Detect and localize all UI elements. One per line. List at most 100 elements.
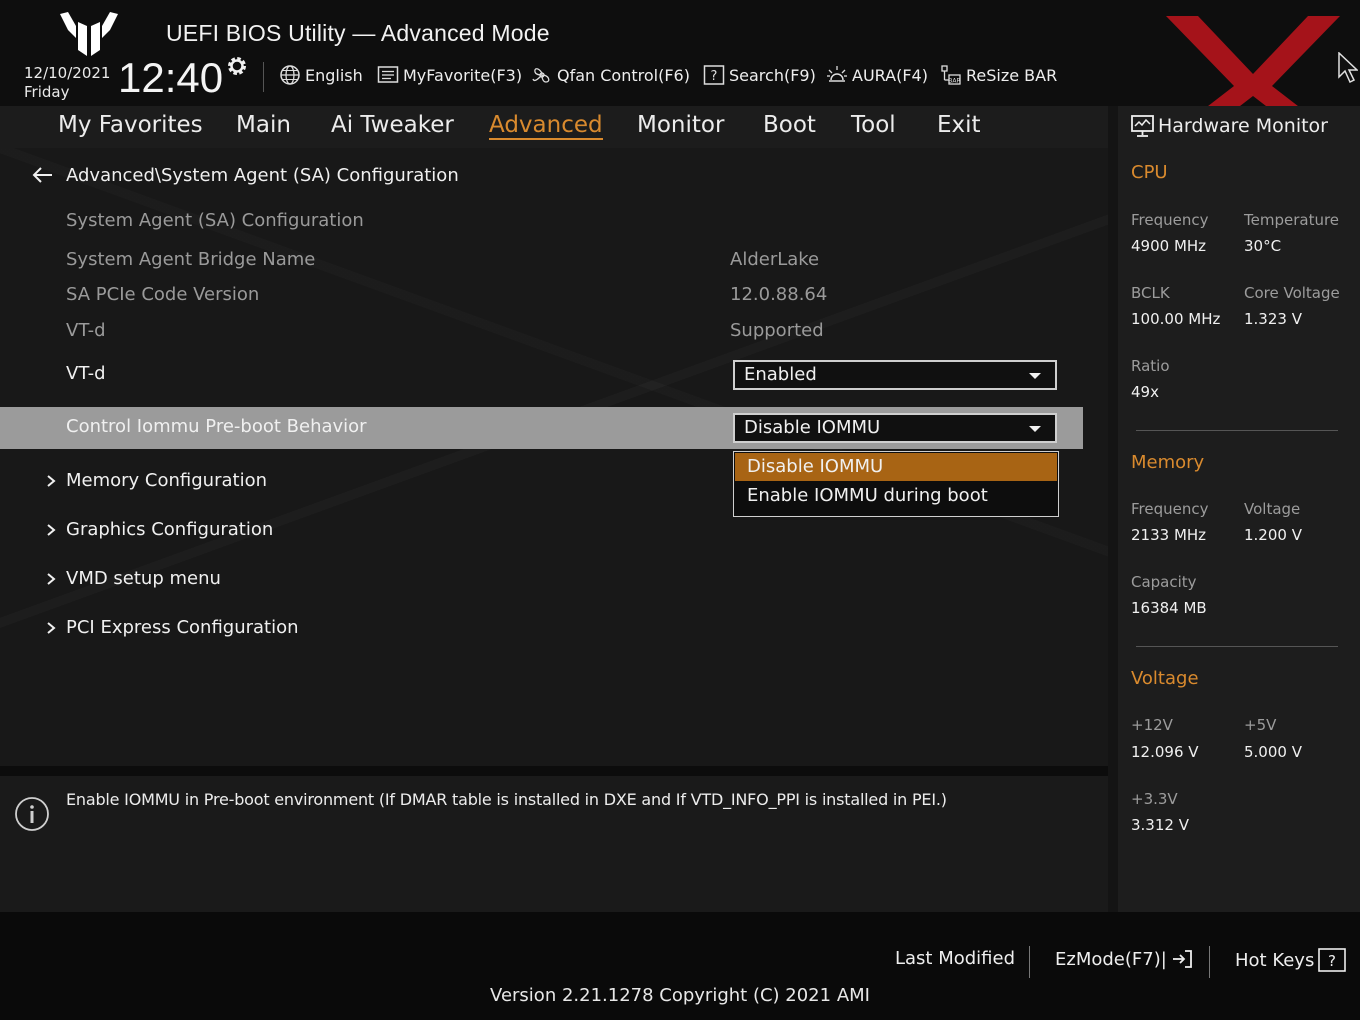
help-divider bbox=[0, 766, 1108, 776]
info-value-bridge-name: AlderLake bbox=[730, 249, 820, 270]
hot-keys-button[interactable]: Hot Keys ? bbox=[1235, 948, 1347, 972]
chevron-right-icon bbox=[47, 474, 56, 487]
breadcrumb[interactable]: Advanced\System Agent (SA) Configuration bbox=[30, 164, 459, 186]
version-text: Version 2.21.1278 Copyright (C) 2021 AMI bbox=[490, 985, 870, 1006]
info-label-vtd: VT-d bbox=[66, 320, 106, 341]
vtd-select-value: Enabled bbox=[744, 364, 817, 385]
help-box-icon: ? bbox=[703, 65, 725, 85]
footer-divider bbox=[1209, 946, 1210, 978]
info-value-vtd: Supported bbox=[730, 320, 824, 341]
tab-boot[interactable]: Boot bbox=[763, 112, 816, 138]
submenu-label: VMD setup menu bbox=[66, 568, 221, 589]
cpu-bclk-value: 100.00 MHz bbox=[1131, 310, 1221, 328]
cpu-ratio-label: Ratio bbox=[1131, 357, 1170, 375]
tab-ai-tweaker[interactable]: Ai Tweaker bbox=[331, 112, 454, 138]
submenu-graphics-configuration[interactable]: Graphics Configuration bbox=[44, 519, 273, 540]
aura-button[interactable]: AURA(F4) bbox=[826, 63, 928, 87]
mouse-cursor-icon bbox=[1338, 52, 1358, 84]
ezmode-button[interactable]: EzMode(F7)| bbox=[1055, 948, 1193, 970]
gear-icon[interactable] bbox=[225, 54, 249, 78]
main-nav: My Favorites Main Ai Tweaker Advanced Mo… bbox=[0, 106, 1108, 148]
dropdown-option-enable-iommu[interactable]: Enable IOMMU during boot bbox=[735, 482, 1057, 510]
search-button[interactable]: ? Search(F9) bbox=[703, 63, 816, 87]
list-icon bbox=[377, 66, 399, 83]
search-label: Search(F9) bbox=[729, 65, 816, 85]
back-arrow-icon[interactable] bbox=[30, 164, 56, 186]
chevron-right-icon bbox=[47, 523, 56, 536]
aura-label: AURA(F4) bbox=[852, 65, 928, 85]
tab-exit[interactable]: Exit bbox=[937, 112, 981, 138]
ezmode-label: EzMode(F7)| bbox=[1055, 948, 1167, 970]
memory-capacity-label: Capacity bbox=[1131, 573, 1197, 591]
myfavorite-label: MyFavorite(F3) bbox=[403, 65, 523, 85]
exit-arrow-icon bbox=[1172, 950, 1192, 968]
cpu-temperature-label: Temperature bbox=[1244, 211, 1340, 229]
iommu-select-value: Disable IOMMU bbox=[744, 417, 881, 438]
tab-advanced[interactable]: Advanced bbox=[489, 112, 603, 140]
clock-time: 12:40 bbox=[118, 54, 224, 101]
chevron-right-icon bbox=[47, 621, 56, 634]
date-text: 12/10/2021 bbox=[24, 64, 111, 82]
setting-label-iommu: Control Iommu Pre-boot Behavior bbox=[66, 416, 367, 437]
cpu-frequency-value: 4900 MHz bbox=[1131, 237, 1207, 255]
language-button[interactable]: English bbox=[279, 63, 363, 87]
voltage-12v-label: +12V bbox=[1131, 716, 1173, 734]
resize-bar-button[interactable]: BAR ReSize BAR bbox=[940, 63, 1057, 87]
hwm-divider bbox=[1136, 430, 1338, 431]
dropdown-option-disable-iommu[interactable]: Disable IOMMU bbox=[735, 453, 1057, 481]
app-title: UEFI BIOS Utility — Advanced Mode bbox=[166, 20, 550, 46]
last-modified-button[interactable]: Last Modified bbox=[895, 948, 1015, 969]
voltage-33v-value: 3.312 V bbox=[1131, 816, 1189, 834]
fan-icon bbox=[532, 68, 550, 83]
cpu-heading: CPU bbox=[1131, 162, 1168, 183]
submenu-label: PCI Express Configuration bbox=[66, 617, 299, 638]
tab-monitor[interactable]: Monitor bbox=[637, 112, 724, 138]
hardware-monitor-label: Hardware Monitor bbox=[1158, 115, 1328, 137]
resize-bar-label: ReSize BAR bbox=[966, 65, 1058, 85]
aura-light-icon bbox=[827, 66, 847, 82]
cpu-frequency-label: Frequency bbox=[1131, 211, 1209, 229]
tab-tool[interactable]: Tool bbox=[851, 112, 896, 138]
tab-my-favorites[interactable]: My Favorites bbox=[58, 112, 203, 138]
cpu-temperature-value: 30°C bbox=[1244, 237, 1282, 255]
footer-divider bbox=[1029, 946, 1030, 978]
svg-text:BAR: BAR bbox=[948, 78, 960, 85]
help-description: Enable IOMMU in Pre-boot environment (If… bbox=[66, 790, 947, 809]
cpu-core-voltage-value: 1.323 V bbox=[1244, 310, 1302, 328]
voltage-heading: Voltage bbox=[1131, 668, 1199, 689]
iommu-dropdown-list: Disable IOMMU Enable IOMMU during boot bbox=[733, 451, 1059, 517]
footer-bar: Last Modified EzMode(F7)| Hot Keys ? Ver… bbox=[0, 912, 1360, 1020]
last-modified-label: Last Modified bbox=[895, 948, 1016, 969]
info-label-pcie-code: SA PCIe Code Version bbox=[66, 284, 260, 305]
tuf-logo-icon bbox=[60, 12, 118, 56]
submenu-label: Memory Configuration bbox=[66, 470, 267, 491]
cpu-ratio-value: 49x bbox=[1131, 383, 1159, 401]
memory-frequency-label: Frequency bbox=[1131, 500, 1209, 518]
memory-heading: Memory bbox=[1131, 452, 1205, 473]
submenu-pci-express-configuration[interactable]: PCI Express Configuration bbox=[44, 617, 299, 638]
chevron-right-icon bbox=[47, 572, 56, 585]
voltage-33v-label: +3.3V bbox=[1131, 790, 1178, 808]
question-box-icon: ? bbox=[1318, 948, 1347, 972]
qfan-label: Qfan Control(F6) bbox=[557, 65, 690, 85]
help-panel: Enable IOMMU in Pre-boot environment (If… bbox=[0, 776, 1108, 912]
submenu-vmd-setup[interactable]: VMD setup menu bbox=[44, 568, 221, 589]
day-text: Friday bbox=[24, 83, 70, 101]
voltage-5v-value: 5.000 V bbox=[1244, 743, 1302, 761]
top-header: UEFI BIOS Utility — Advanced Mode 12/10/… bbox=[0, 0, 1360, 140]
submenu-memory-configuration[interactable]: Memory Configuration bbox=[44, 470, 267, 491]
iommu-select[interactable]: Disable IOMMU bbox=[733, 413, 1057, 443]
qfan-control-button[interactable]: Qfan Control(F6) bbox=[531, 63, 690, 87]
tab-main[interactable]: Main bbox=[236, 112, 291, 138]
header-divider bbox=[263, 62, 264, 92]
section-header: System Agent (SA) Configuration bbox=[66, 210, 364, 231]
myfavorite-button[interactable]: MyFavorite(F3) bbox=[377, 63, 522, 87]
memory-voltage-label: Voltage bbox=[1244, 500, 1301, 518]
breadcrumb-path: Advanced\System Agent (SA) Configuration bbox=[66, 164, 459, 186]
caret-down-icon bbox=[1029, 373, 1041, 379]
voltage-5v-label: +5V bbox=[1244, 716, 1277, 734]
svg-text:?: ? bbox=[1328, 952, 1336, 970]
vtd-select[interactable]: Enabled bbox=[733, 360, 1057, 390]
submenu-label: Graphics Configuration bbox=[66, 519, 274, 540]
svg-text:?: ? bbox=[711, 69, 718, 84]
